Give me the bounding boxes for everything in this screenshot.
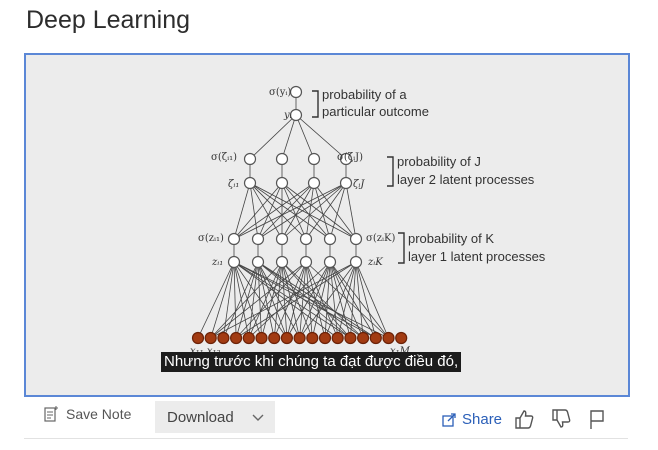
- layer2-node: [245, 154, 256, 165]
- layer2-desc-1: probability of J: [397, 154, 481, 169]
- input-node: [218, 333, 229, 344]
- layer1-node: [229, 234, 240, 245]
- layer2-node: [341, 178, 352, 189]
- input-node: [383, 333, 394, 344]
- share-button[interactable]: Share: [442, 411, 502, 428]
- network-edge: [211, 262, 234, 338]
- input-node: [320, 333, 331, 344]
- layer1-left-var: zᵢ₁: [211, 257, 223, 268]
- layer2-desc-2: layer 2 latent processes: [397, 172, 535, 187]
- input-node: [243, 333, 254, 344]
- layer1-node: [277, 234, 288, 245]
- output-desc-1: probability of a: [322, 87, 407, 102]
- output-desc-2: particular outcome: [322, 104, 429, 119]
- share-label: Share: [462, 411, 502, 428]
- layer2-left-sigma: σ(ζᵢ₁): [211, 152, 237, 163]
- input-node: [294, 333, 305, 344]
- layer1-node: [301, 257, 312, 268]
- layer1-node: [301, 234, 312, 245]
- download-label: Download: [167, 409, 234, 426]
- output-node: [291, 87, 302, 98]
- network-edge: [282, 183, 356, 239]
- thumbs-up-icon[interactable]: [513, 408, 535, 430]
- neural-network-diagram: σ(yᵢ) yᵢ σ(ζᵢ₁) ζᵢ₁ σ(ζᵢJ) ζᵢJ σ(zᵢ₁) zᵢ…: [26, 55, 628, 395]
- input-node: [281, 333, 292, 344]
- layer1-node: [253, 257, 264, 268]
- network-edge: [356, 262, 389, 338]
- network-edge: [346, 183, 356, 239]
- flag-icon[interactable]: [587, 408, 607, 430]
- download-dropdown[interactable]: Download: [155, 401, 275, 433]
- layer2-node: [309, 178, 320, 189]
- network-edge: [306, 183, 314, 239]
- input-node: [193, 333, 204, 344]
- chevron-down-icon: [251, 410, 265, 424]
- layer1-node: [351, 234, 362, 245]
- layer1-desc-2: layer 1 latent processes: [408, 249, 546, 264]
- layer2-left-var: ζᵢ₁: [228, 179, 239, 190]
- layer2-node: [277, 154, 288, 165]
- input-node: [332, 333, 343, 344]
- input-node: [205, 333, 216, 344]
- output-node: [291, 110, 302, 121]
- network-edge: [314, 183, 356, 239]
- save-note-label: Save Note: [66, 406, 131, 422]
- layer2-node: [245, 178, 256, 189]
- layer2-right-sigma: σ(ζᵢJ): [337, 152, 363, 163]
- layer2-node: [277, 178, 288, 189]
- network-edge: [234, 262, 236, 338]
- note-icon: [44, 406, 58, 422]
- layer1-node: [325, 234, 336, 245]
- bracket-layer2: [387, 157, 393, 186]
- video-player[interactable]: σ(yᵢ) yᵢ σ(ζᵢ₁) ζᵢ₁ σ(ζᵢJ) ζᵢJ σ(zᵢ₁) zᵢ…: [24, 53, 630, 397]
- input-node: [396, 333, 407, 344]
- output-var-label: yᵢ: [283, 110, 292, 121]
- input-node: [256, 333, 267, 344]
- layer1-node: [351, 257, 362, 268]
- bracket-output: [312, 91, 318, 117]
- save-note-button[interactable]: Save Note: [44, 406, 131, 422]
- layer2-right-var: ζᵢJ: [353, 179, 365, 190]
- layer1-right-var: zᵢK: [367, 257, 383, 268]
- input-node: [345, 333, 356, 344]
- layer1-node: [253, 234, 264, 245]
- layer2-node: [309, 154, 320, 165]
- input-node: [370, 333, 381, 344]
- network-edge: [314, 183, 330, 239]
- layer1-node: [277, 257, 288, 268]
- output-sigma-label: σ(yᵢ): [269, 87, 291, 98]
- layer1-node: [325, 257, 336, 268]
- layer1-left-sigma: σ(zᵢ₁): [198, 233, 224, 244]
- network-edge: [296, 115, 314, 159]
- network-edge: [282, 183, 346, 239]
- layer1-node: [229, 257, 240, 268]
- input-node: [231, 333, 242, 344]
- input-node: [269, 333, 280, 344]
- share-icon: [442, 412, 457, 427]
- bracket-layer1: [398, 233, 404, 263]
- layer1-right-sigma: σ(zᵢK): [366, 233, 395, 244]
- video-toolbar: Save Note Download Share: [24, 398, 628, 439]
- input-node: [307, 333, 318, 344]
- thumbs-down-icon[interactable]: [550, 408, 572, 430]
- layer1-desc-1: probability of K: [408, 231, 494, 246]
- network-edge: [234, 183, 250, 239]
- video-subtitle: Nhưng trước khi chúng ta đạt được điều đ…: [161, 352, 461, 372]
- page-title: Deep Learning: [26, 6, 190, 35]
- input-node: [358, 333, 369, 344]
